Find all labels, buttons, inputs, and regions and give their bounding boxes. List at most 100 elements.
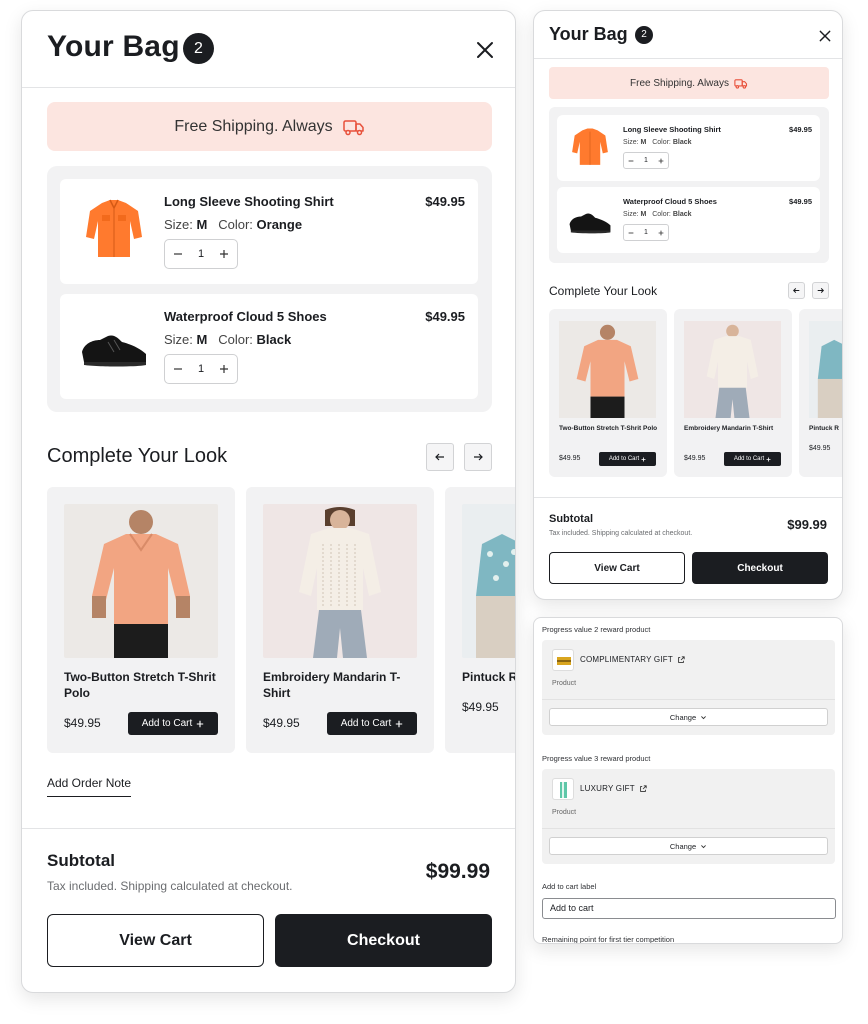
product-card[interactable]: Pintuck R $49.95 <box>799 309 842 477</box>
recommendations-carousel: Two-Button Stretch T-Shrit Polo $49.95 A… <box>47 487 515 753</box>
product-image <box>684 321 781 418</box>
item-variant: Size: M Color: Black <box>164 332 292 347</box>
close-icon[interactable] <box>473 38 497 62</box>
product-card[interactable]: Two-Button Stretch T-Shrit Polo $49.95 A… <box>47 487 235 753</box>
add-to-cart-button[interactable]: Add to Cart <box>724 452 781 466</box>
product-image <box>263 504 417 658</box>
product-name: Embroidery Mandarin T-Shirt <box>263 670 401 700</box>
subtotal-value: $99.99 <box>787 517 827 532</box>
shoe-image <box>569 213 611 234</box>
item-price: $49.95 <box>789 197 812 206</box>
quantity-stepper[interactable]: 1 <box>164 239 238 269</box>
cart-item: Waterproof Cloud 5 Shoes $49.95 Size: M … <box>60 294 478 399</box>
reward-product-picker: COMPLIMENTARY GIFT Product Change <box>542 640 835 735</box>
view-cart-button[interactable]: View Cart <box>549 552 685 584</box>
complete-look-title: Complete Your Look <box>47 445 228 467</box>
reward-product-name[interactable]: LUXURY GIFT <box>580 784 647 793</box>
plus-icon[interactable] <box>658 230 664 236</box>
plus-icon <box>766 457 771 461</box>
add-to-cart-button[interactable]: Add to Cart <box>327 712 417 735</box>
quantity-stepper[interactable]: 1 <box>623 224 669 241</box>
shirt-image <box>572 128 608 165</box>
product-image <box>64 504 218 658</box>
product-price: $49.95 <box>64 716 101 730</box>
complete-look-title: Complete Your Look <box>549 284 658 298</box>
carousel-prev-button[interactable] <box>788 282 805 299</box>
truck-icon <box>342 119 364 135</box>
quantity-stepper[interactable]: 1 <box>623 152 669 169</box>
item-price: $49.95 <box>425 194 465 209</box>
plus-icon <box>641 457 646 461</box>
minus-icon[interactable] <box>628 158 634 164</box>
minus-icon[interactable] <box>628 230 634 236</box>
add-to-cart-label-input[interactable]: Add to cart <box>542 898 836 919</box>
product-price: $49.95 <box>263 716 300 730</box>
subtotal-label: Subtotal <box>47 851 115 870</box>
add-order-note-link[interactable]: Add Order Note <box>47 776 132 797</box>
view-cart-button[interactable]: View Cart <box>47 914 264 967</box>
change-button[interactable]: Change <box>549 837 828 855</box>
drawer-title: Your Bag <box>47 30 180 63</box>
product-card[interactable]: Embroidery Mandarin T-Shirt $49.95 Add t… <box>674 309 792 477</box>
quantity-value: 1 <box>197 363 205 375</box>
truck-icon <box>734 78 748 89</box>
item-price: $49.95 <box>789 125 812 134</box>
product-image <box>462 504 515 658</box>
product-price: $49.95 <box>559 455 581 462</box>
plus-icon[interactable] <box>219 249 229 259</box>
subtotal-note: Tax included. Shipping calculated at che… <box>549 530 693 537</box>
plus-icon[interactable] <box>658 158 664 164</box>
reward-product-type: Product <box>552 680 577 687</box>
shipping-text: Free Shipping. Always <box>174 117 333 135</box>
bag-count-badge: 2 <box>635 26 653 44</box>
close-icon[interactable] <box>818 29 832 43</box>
item-name: Long Sleeve Shooting Shirt <box>164 194 334 209</box>
reward-product-type: Product <box>552 809 577 816</box>
chevron-down-icon <box>701 715 707 719</box>
external-link-icon[interactable] <box>677 655 685 664</box>
arrow-left-icon <box>793 288 800 293</box>
recommendations-carousel: Two-Button Stretch T-Shrit Polo $49.95 A… <box>549 309 842 477</box>
plus-icon[interactable] <box>219 364 229 374</box>
quantity-value: 1 <box>644 157 648 164</box>
item-variant: Size: M Color: Black <box>623 139 692 146</box>
carousel-next-button[interactable] <box>464 443 492 471</box>
add-to-cart-button[interactable]: Add to Cart <box>599 452 656 466</box>
carousel-prev-button[interactable] <box>426 443 454 471</box>
add-to-cart-button[interactable]: Add to Cart <box>128 712 218 735</box>
change-button[interactable]: Change <box>549 708 828 726</box>
drawer-footer: Subtotal Tax included. Shipping calculat… <box>22 828 515 992</box>
free-shipping-banner: Free Shipping. Always <box>549 67 829 99</box>
product-image <box>809 321 842 418</box>
cart-items-list: Long Sleeve Shooting Shirt $49.95 Size: … <box>47 166 492 412</box>
cart-item: Long Sleeve Shooting Shirt $49.95 Size: … <box>557 115 820 181</box>
subtotal-label: Subtotal <box>549 513 593 525</box>
reward-label: Progress value 2 reward product <box>542 625 651 634</box>
product-card[interactable]: Embroidery Mandarin T-Shirt $49.95 Add t… <box>246 487 434 753</box>
add-to-cart-label-title: Add to cart label <box>542 882 597 891</box>
product-card[interactable]: Two-Button Stretch T-Shrit Polo $49.95 A… <box>549 309 667 477</box>
external-link-icon[interactable] <box>639 784 647 793</box>
item-name: Waterproof Cloud 5 Shoes <box>164 309 327 324</box>
product-card[interactable]: Pintuck R $49.95 <box>445 487 515 753</box>
cart-item: Long Sleeve Shooting Shirt $49.95 Size: … <box>60 179 478 284</box>
checkout-button[interactable]: Checkout <box>275 914 492 967</box>
drawer-header: Your Bag 2 <box>22 11 515 88</box>
item-variant: Size: M Color: Orange <box>164 217 303 232</box>
item-variant: Size: M Color: Black <box>623 211 692 218</box>
product-name: Embroidery Mandarin T-Shirt <box>684 425 774 432</box>
minus-icon[interactable] <box>173 249 183 259</box>
checkout-button[interactable]: Checkout <box>692 552 828 584</box>
shirt-image <box>86 199 142 257</box>
cart-item: Waterproof Cloud 5 Shoes $49.95 Size: M … <box>557 187 820 253</box>
quantity-stepper[interactable]: 1 <box>164 354 238 384</box>
carousel-next-button[interactable] <box>812 282 829 299</box>
product-name: Two-Button Stretch T-Shrit Polo <box>64 670 216 700</box>
minus-icon[interactable] <box>173 364 183 374</box>
drawer-title: Your Bag <box>549 24 628 44</box>
product-price: $49.95 <box>809 445 831 452</box>
reward-product-name[interactable]: COMPLIMENTARY GIFT <box>580 655 685 664</box>
bag-count-badge: 2 <box>183 33 214 64</box>
reward-label: Progress value 3 reward product <box>542 754 651 763</box>
product-price: $49.95 <box>462 700 499 714</box>
